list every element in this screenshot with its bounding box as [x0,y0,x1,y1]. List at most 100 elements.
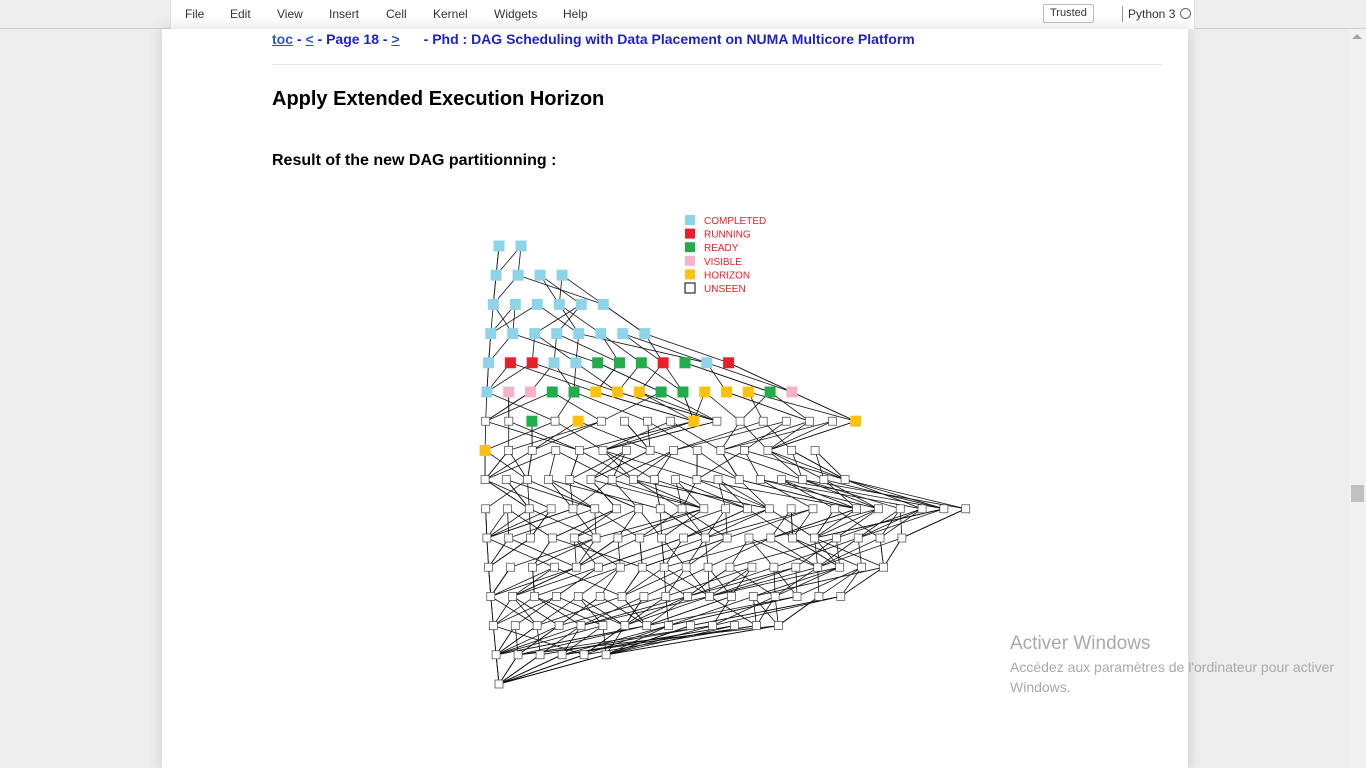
next-page-link[interactable]: > [391,31,399,47]
dag-edge [490,304,516,334]
dag-edge [561,625,669,656]
dag-edge [598,537,684,568]
dag-edge [556,304,582,334]
dag-edge [548,479,574,510]
dag-edge [605,625,669,656]
dag-edge [573,537,577,568]
dag-edge [498,654,585,685]
dag-edge [681,508,728,539]
dag-node [705,592,714,601]
dag-edge [792,508,814,539]
dag-edge [663,566,710,597]
dag-node [716,446,726,455]
dag-edge [661,537,665,568]
dag-edge [814,508,836,539]
dag-edge [505,479,530,510]
dag-edge [646,596,688,626]
dag-edge [558,304,580,334]
dag-edge [486,537,489,568]
dag-node [481,416,491,426]
dag-node [617,328,629,340]
dag-edge [796,566,862,597]
dag-node [523,475,532,484]
dag-edge [795,537,837,568]
dag-edge [561,625,582,656]
dag-edge [495,245,522,276]
dag-node [723,357,735,369]
dag-node [655,386,667,398]
dag-edge [532,567,535,597]
dag-edge [622,333,664,364]
dag-node [788,533,798,543]
toc-link[interactable]: toc [272,31,293,47]
dag-edge [598,537,684,568]
dag-node [874,504,883,514]
dag-node [835,562,845,572]
dag-edge [817,537,903,568]
dag-edge [531,333,536,363]
dag-node [504,533,514,543]
kernel-name[interactable]: Python 3 [1128,7,1175,21]
dag-node [573,592,583,601]
dag-edge [739,391,771,422]
dag-edge [517,625,560,656]
scroll-up-arrow-icon[interactable] [1352,34,1362,39]
dag-edge [756,596,776,626]
dag-edge [717,479,727,509]
dag-node [699,386,711,398]
scrollbar-thumb[interactable] [1351,485,1364,502]
dag-node [607,475,617,484]
dag-edge [597,362,662,393]
vertical-scrollbar[interactable] [1349,29,1366,768]
menu-view[interactable]: View [277,7,303,21]
menu-kernel[interactable]: Kernel [433,7,468,21]
nav-separator: - [293,31,306,47]
dag-edge [725,508,728,539]
dag-edge [646,596,732,626]
dag-node [857,562,867,572]
dag-edge [696,479,857,510]
dag-edge [720,420,810,451]
trusted-badge[interactable]: Trusted [1043,4,1094,23]
dag-edge [767,450,803,480]
dag-edge [488,537,531,568]
dag-node [766,533,776,543]
dag-edge [617,391,718,422]
dag-edge [748,391,856,422]
dag-edge [595,508,704,539]
notebook-container: toc - < - Page 18 - > - Phd : DAG Schedul… [162,29,1188,768]
dag-edge [673,420,764,451]
dag-edge [858,508,923,539]
prev-page-link[interactable]: < [305,31,313,47]
dag-edge [639,391,718,422]
dag-legend: COMPLETED RUNNING READY VISIBLE HORIZON UNSEE… [684,215,766,295]
dag-edge [663,567,667,597]
menu-widgets[interactable]: Widgets [494,7,537,21]
dag-edge [569,479,639,510]
dag-edge [553,362,575,393]
dag-edge [611,479,639,510]
menu-insert[interactable]: Insert [329,7,359,21]
dag-edge [583,625,669,656]
menu-edit[interactable]: Edit [230,7,251,21]
dag-edge [488,537,531,568]
dag-edge [693,391,706,422]
dag-node [635,533,645,543]
dag-edge [602,450,697,480]
dag-node [534,269,546,281]
dag-node [657,533,666,543]
menu-file[interactable]: File [185,7,204,21]
dag-edge [569,450,580,480]
dag-node [703,562,713,572]
dag-edge [548,450,557,480]
dag-edge [774,566,818,597]
menu-cell[interactable]: Cell [386,7,407,21]
dag-edge [731,566,753,597]
dag-node [819,475,829,484]
dag-edge [642,537,728,568]
menu-help[interactable]: Help [563,7,588,21]
section-subheading: Result of the new DAG partitionning : [272,152,557,169]
dag-edge [484,450,509,480]
dag-node [743,504,752,514]
dag-edge [492,275,497,305]
